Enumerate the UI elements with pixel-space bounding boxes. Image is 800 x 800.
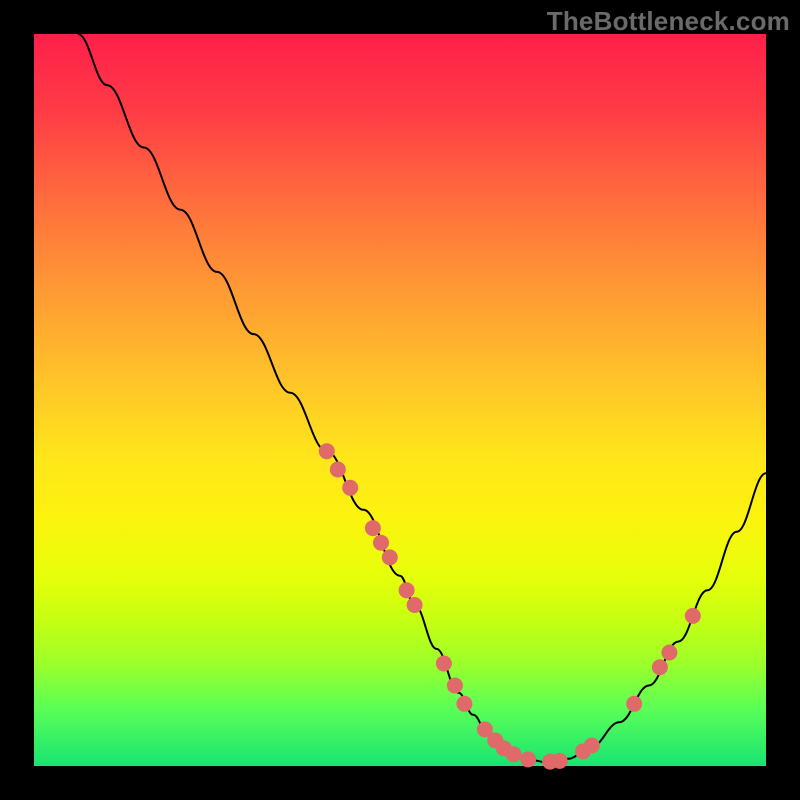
data-marker bbox=[447, 678, 463, 694]
data-marker bbox=[584, 738, 600, 754]
data-marker bbox=[436, 656, 452, 672]
data-marker bbox=[661, 645, 677, 661]
data-marker bbox=[456, 696, 472, 712]
data-marker bbox=[652, 659, 668, 675]
data-markers bbox=[319, 443, 701, 769]
data-marker bbox=[520, 751, 536, 767]
data-marker bbox=[552, 753, 568, 769]
data-marker bbox=[506, 746, 522, 762]
data-marker bbox=[382, 549, 398, 565]
bottleneck-chart bbox=[34, 34, 766, 766]
data-marker bbox=[373, 535, 389, 551]
data-marker bbox=[342, 480, 358, 496]
data-marker bbox=[685, 608, 701, 624]
branding-watermark: TheBottleneck.com bbox=[547, 6, 790, 37]
data-marker bbox=[626, 696, 642, 712]
data-marker bbox=[399, 582, 415, 598]
data-marker bbox=[330, 462, 346, 478]
data-marker bbox=[407, 597, 423, 613]
data-marker bbox=[365, 520, 381, 536]
data-marker bbox=[319, 443, 335, 459]
